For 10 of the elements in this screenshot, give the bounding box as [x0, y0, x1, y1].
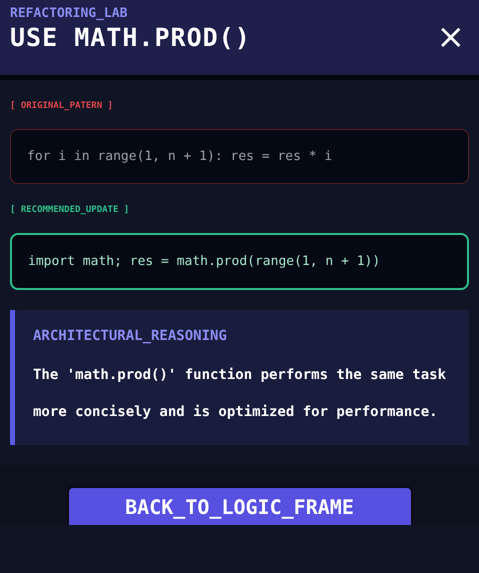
code-block: for i in range(1, n + 1): res = res * i — [10, 128, 469, 184]
header-subtitle: REFACTORING_LAB — [10, 5, 128, 23]
code-block: import math; res = math.prod(range(1, n + 1)) — [10, 232, 469, 290]
back-button[interactable]: BACK_TO_LOGIC_FRAME — [66, 486, 412, 525]
panel-title: ARCHITECTURAL_REASONING — [33, 327, 228, 346]
modal-title: USE MATH.PROD() — [10, 24, 251, 51]
section-label: [ ORIGINAL_PATERN ] — [10, 100, 114, 113]
reasoning-text: The 'math.prod()' function performs the same task more concisely and is optimized for performance. — [33, 366, 448, 422]
section-label: [ RECOMMENDED_UPDATE ] — [10, 204, 130, 217]
close-button[interactable]: × — [432, 20, 469, 54]
